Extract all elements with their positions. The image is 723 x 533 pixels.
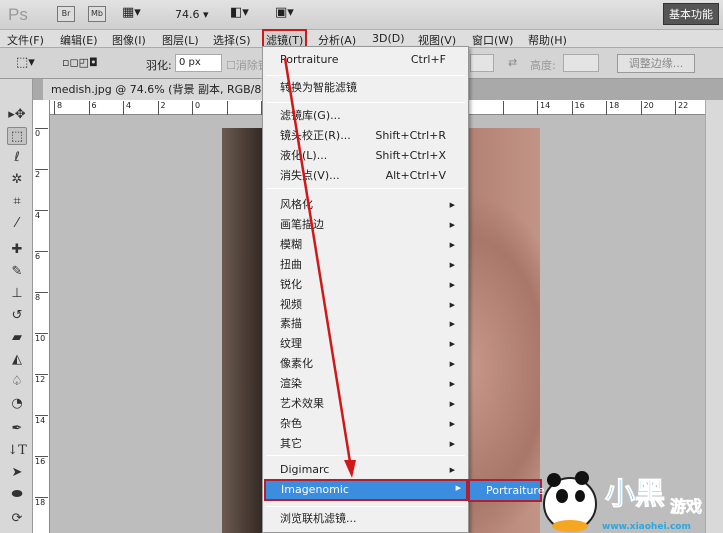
svg-text:小黑: 小黑 [605,477,665,512]
svg-text:www.xiaohei.com: www.xiaohei.com [602,522,691,532]
arrow-line [283,57,352,463]
arrow-head [344,460,356,478]
svg-text:游戏: 游戏 [670,497,702,516]
xiaohei-watermark-logo: 小黑 游戏 www.xiaohei.com [543,471,702,532]
annotation-arrow [283,57,356,478]
